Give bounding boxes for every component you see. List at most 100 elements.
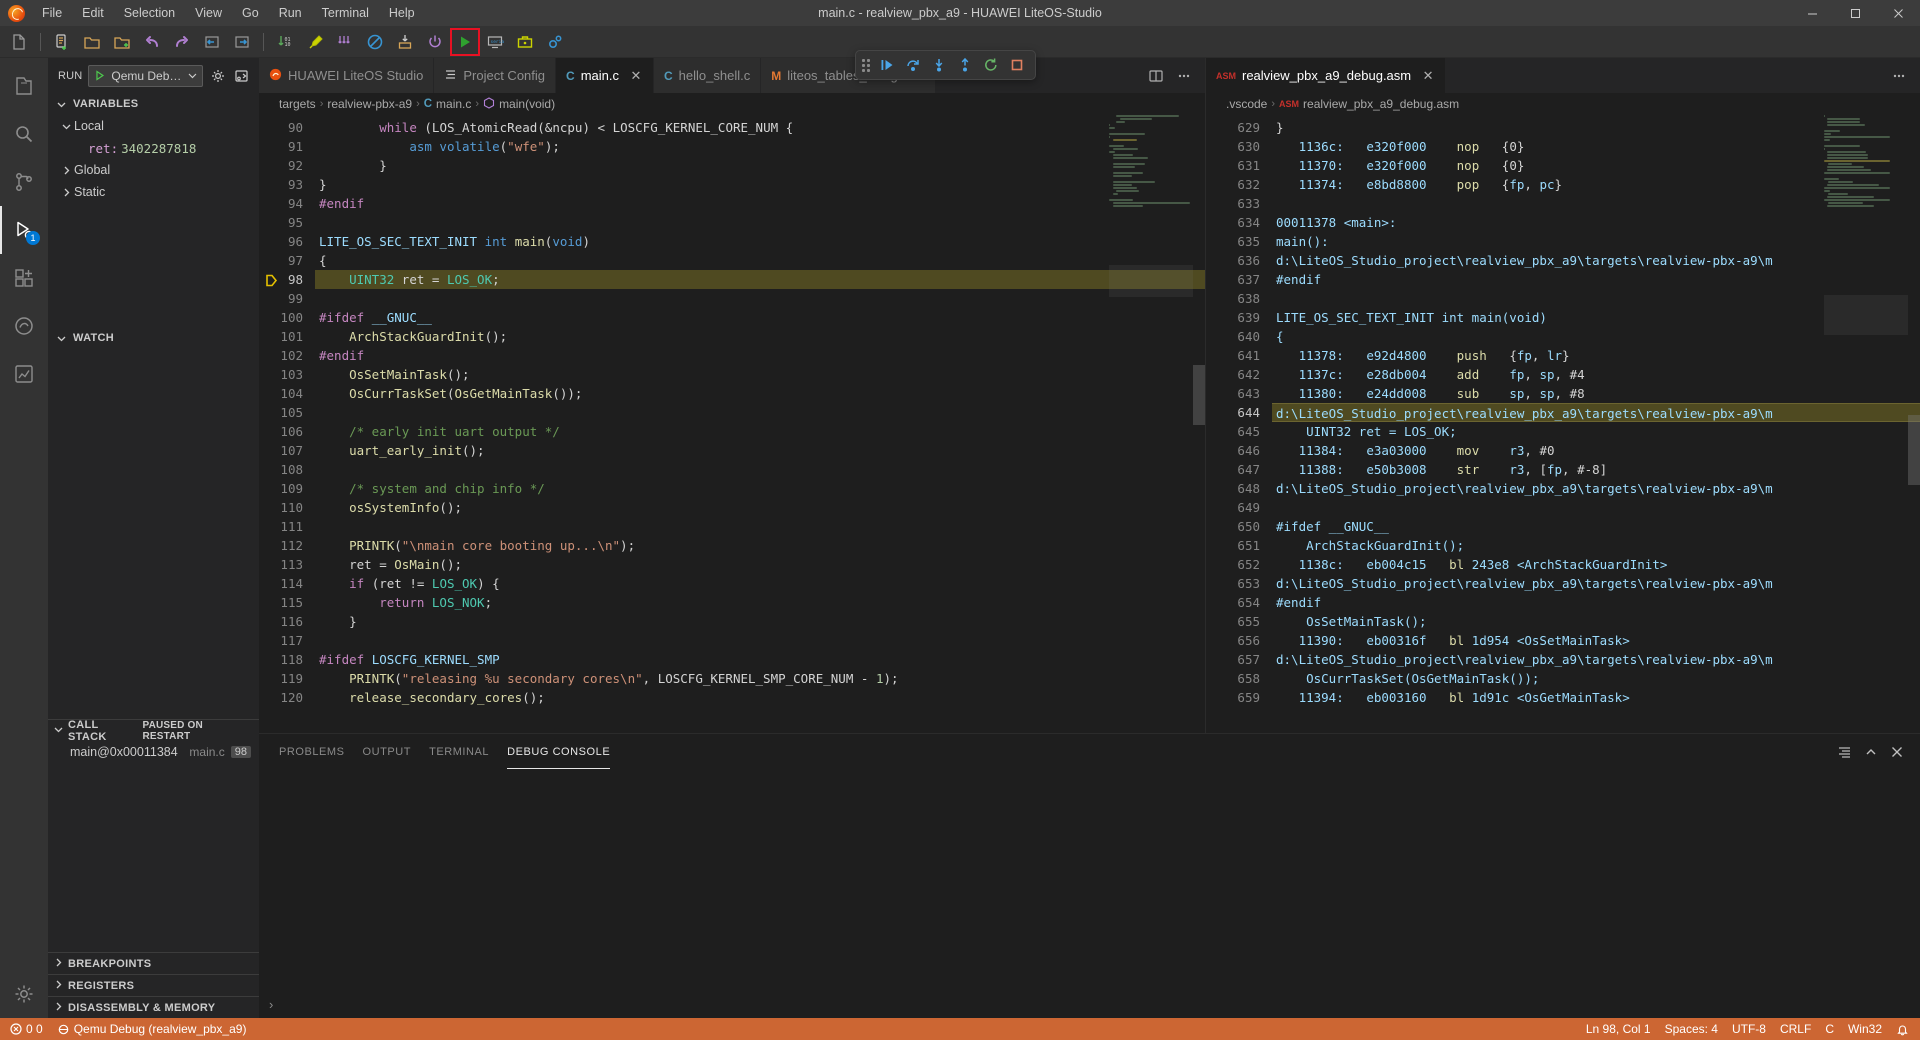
menu-file[interactable]: File [32,3,72,23]
code-line[interactable]: #endif [315,346,1205,365]
variable-row-ret[interactable]: ret: 3402287818 [48,137,259,159]
code-line[interactable]: ArchStackGuardInit(); [1272,536,1920,555]
step-out-button[interactable] [953,53,977,77]
manage-gear-icon[interactable] [0,970,48,1018]
code-line[interactable]: 00011378 <main>: [1272,213,1920,232]
indentation[interactable]: Spaces: 4 [1658,1018,1725,1040]
code-line[interactable]: } [315,175,1205,194]
tab-realview-asm[interactable]: ASM realview_pbx_a9_debug.asm ✕ [1206,58,1446,93]
breakpoint-marker-icon[interactable] [265,273,278,287]
code-line[interactable]: d:\LiteOS_Studio_project\realview_pbx_a9… [1272,479,1920,498]
code-line[interactable]: d:\LiteOS_Studio_project\realview_pbx_a9… [1272,650,1920,669]
breadcrumb-item-asmfile[interactable]: realview_pbx_a9_debug.asm [1303,97,1459,111]
code-editor-asm[interactable]: 629 630 631 632 633 634 635 636 637 638 639 640 641 6… [1206,115,1920,733]
breadcrumb-item-vscode[interactable]: .vscode [1226,97,1267,111]
toolkit-icon[interactable] [511,29,539,55]
tab-huawei-liteos-studio[interactable]: HUAWEI LiteOS Studio [259,58,435,93]
code-line[interactable]: asm volatile("wfe"); [315,137,1205,156]
more-actions-icon[interactable] [1171,63,1197,89]
code-line[interactable]: #ifdef __GNUC__ [1272,517,1920,536]
launch-config-dropdown[interactable]: Qemu Debug [88,64,204,87]
code-line[interactable] [315,289,1205,308]
code-line[interactable] [315,403,1205,422]
serial-monitor-icon[interactable]: serial [481,29,509,55]
code-line[interactable]: 11394: eb003160 bl 1d91c <OsGetMainTask> [1272,688,1920,707]
power-icon[interactable] [421,29,449,55]
code-line[interactable]: while (LOS_AtomicRead(&ncpu) < LOSCFG_KE… [315,118,1205,137]
code-line[interactable]: { [315,251,1205,270]
menu-run[interactable]: Run [269,3,312,23]
code-line[interactable]: OsSetMainTask(); [1272,612,1920,631]
tab-hello-shell-c[interactable]: C hello_shell.c [653,58,762,93]
registers-section-header[interactable]: REGISTERS [48,974,259,996]
stop-button[interactable] [1005,53,1029,77]
step-into-button[interactable] [927,53,951,77]
run-debug-icon[interactable]: 1 [0,206,48,254]
rebuild-icon[interactable] [331,29,359,55]
breadcrumb-item-realview[interactable]: realview-pbx-a9 [327,97,412,111]
continue-button[interactable] [875,53,899,77]
code-line[interactable]: 1138c: eb004c15 bl 243e8 <ArchStackGuard… [1272,555,1920,574]
new-file-icon[interactable] [5,29,33,55]
editor-scrollbar-asm[interactable] [1908,115,1920,733]
close-button[interactable] [1877,0,1920,26]
code-line[interactable]: osSystemInfo(); [315,498,1205,517]
code-line[interactable]: } [315,156,1205,175]
breadcrumb-item-symbol[interactable]: main(void) [499,97,555,111]
drag-handle-icon[interactable] [862,58,870,72]
close-panel-icon[interactable] [1886,741,1908,763]
menu-selection[interactable]: Selection [114,3,185,23]
disassembly-section-header[interactable]: DISASSEMBLY & MEMORY [48,996,259,1018]
code-line[interactable]: #endif [1272,593,1920,612]
code-line[interactable]: release_secondary_cores(); [315,688,1205,707]
code-line[interactable]: #ifdef LOSCFG_KERNEL_SMP [315,650,1205,669]
code-editor-main[interactable]: 90 91 92 93 94 95 96 97 98 99 100 101 102 103 104 105 10… [259,115,1205,733]
code-line[interactable]: } [315,612,1205,631]
code-line[interactable]: 11390: eb00316f bl 1d954 <OsSetMainTask> [1272,631,1920,650]
redo-icon[interactable] [168,29,196,55]
step-over-button[interactable] [901,53,925,77]
code-line[interactable]: #endif [315,194,1205,213]
code-line[interactable]: 1136c: e320f000 nop {0} [1272,137,1920,156]
panel-tab-debug-console[interactable]: DEBUG CONSOLE [507,734,611,769]
code-line[interactable]: #endif [1272,270,1920,289]
breadcrumb-item-targets[interactable]: targets [279,97,316,111]
scope-global[interactable]: Global [48,159,259,181]
menu-terminal[interactable]: Terminal [312,3,379,23]
scrollbar-thumb[interactable] [1193,365,1205,425]
code-line[interactable]: OsCurrTaskSet(OsGetMainTask()); [1272,669,1920,688]
undo-icon[interactable] [138,29,166,55]
code-line[interactable] [1272,498,1920,517]
eol[interactable]: CRLF [1773,1018,1818,1040]
code-line[interactable]: OsCurrTaskSet(OsGetMainTask()); [315,384,1205,403]
liteos-icon[interactable] [0,302,48,350]
code-line[interactable]: /* system and chip info */ [315,479,1205,498]
more-actions-icon[interactable] [1886,63,1912,89]
code-line[interactable]: main(): [1272,232,1920,251]
code-line[interactable]: if (ret != LOS_OK) { [315,574,1205,593]
menu-edit[interactable]: Edit [72,3,114,23]
scrollbar-thumb[interactable] [1908,415,1920,485]
open-launch-json-gear-icon[interactable] [209,66,227,86]
panel-tab-output[interactable]: OUTPUT [363,734,412,769]
code-line[interactable]: { [1272,327,1920,346]
step-forward-icon[interactable] [228,29,256,55]
tab-project-config[interactable]: Project Config [434,58,557,93]
variables-section-header[interactable]: VARIABLES [48,93,259,115]
scope-local[interactable]: Local [48,115,259,137]
language-mode[interactable]: C [1818,1018,1841,1040]
new-folder-icon[interactable] [108,29,136,55]
minimize-button[interactable] [1791,0,1834,26]
code-line[interactable]: OsSetMainTask(); [315,365,1205,384]
code-line[interactable]: 11378: e92d4800 push {fp, lr} [1272,346,1920,365]
callstack-frame-row[interactable]: main@0x00011384 main.c 98 [48,741,259,763]
clear-console-icon[interactable] [1834,741,1856,763]
menu-view[interactable]: View [185,3,232,23]
tab-close-icon[interactable]: ✕ [629,68,643,84]
encoding[interactable]: UTF-8 [1725,1018,1773,1040]
code-line[interactable]: 11370: e320f000 nop {0} [1272,156,1920,175]
new-project-icon[interactable] [48,29,76,55]
code-content-main[interactable]: while (LOS_AtomicRead(&ncpu) < LOSCFG_KE… [315,115,1205,733]
code-line[interactable]: 11384: e3a03000 mov r3, #0 [1272,441,1920,460]
stop-build-icon[interactable] [361,29,389,55]
